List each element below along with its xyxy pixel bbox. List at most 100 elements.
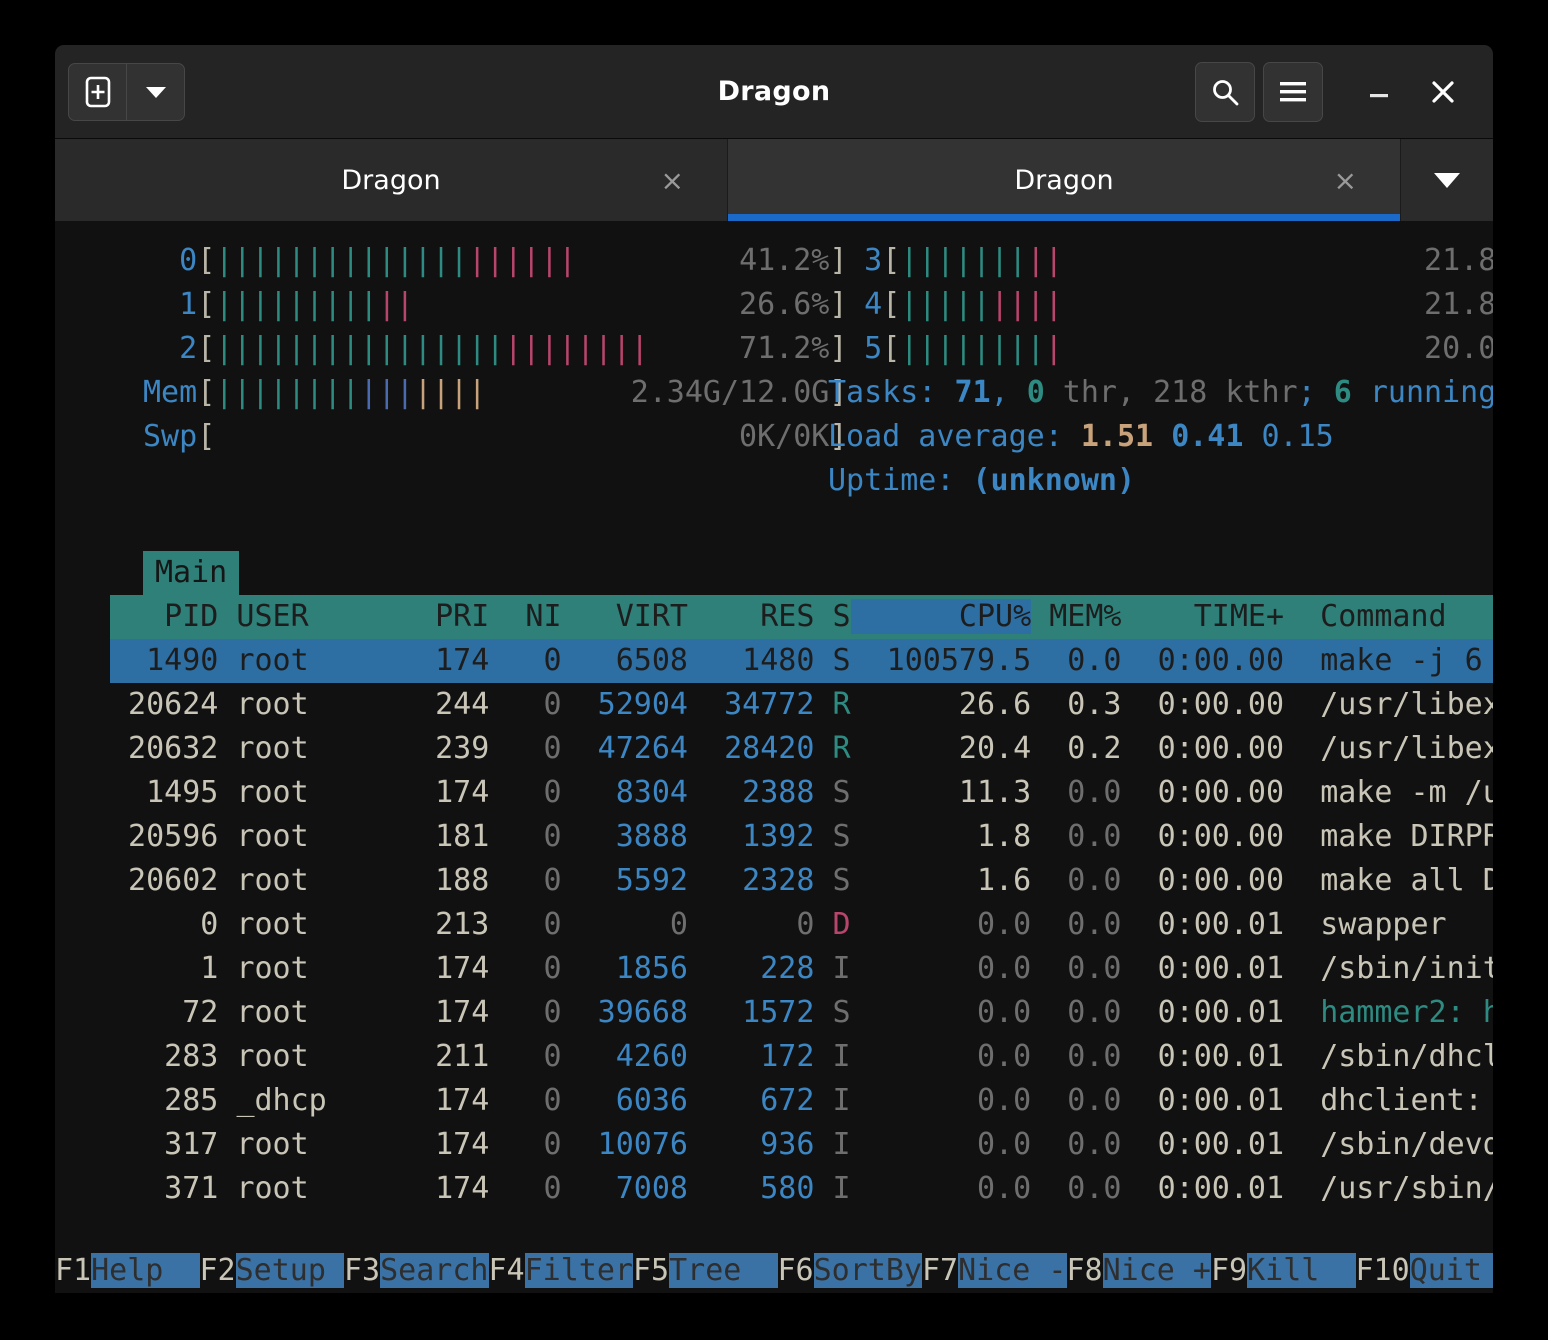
process-table-header[interactable]: PID USER PRI NI VIRT RES S CPU% MEM% TIM… [110, 595, 1493, 639]
meter-bracket: [ [882, 243, 900, 278]
function-key-label[interactable]: Tree [669, 1253, 777, 1288]
function-key-label[interactable]: Help [91, 1253, 199, 1288]
kernel-thread-count: 218 kthr [1153, 375, 1298, 410]
cell-pid: 1495 [110, 775, 218, 810]
cell-res: 1572 [688, 995, 814, 1030]
cell-virt: 52904 [562, 687, 688, 722]
process-row[interactable]: 371 root 174 0 7008 580 I 0.0 0.0 0:00.0… [110, 1167, 1493, 1211]
tab-list-menu-button[interactable] [1401, 139, 1493, 221]
cell-virt: 39668 [562, 995, 688, 1030]
cell-time: 0:00.01 [1122, 1039, 1285, 1074]
function-key-label[interactable]: Search [380, 1253, 488, 1288]
cell-time: 0:00.00 [1122, 731, 1285, 766]
meter-bar-segment: |||||||||||||| [215, 243, 468, 278]
cpu-meter-0: 0[|||||||||||||||||||| 41.2%] [143, 239, 847, 283]
close-button[interactable] [1415, 64, 1471, 120]
tab-strip: Dragon × Dragon × [55, 139, 1493, 221]
function-key-label[interactable]: Nice - [958, 1253, 1066, 1288]
swap-meter: Swp[ 0K/0K] [143, 415, 847, 459]
tab-close-icon[interactable]: × [1334, 164, 1357, 197]
column-header-group-left[interactable]: PID USER PRI NI VIRT RES S [110, 599, 851, 634]
column-header-cpu-sorted[interactable]: CPU% [851, 599, 1032, 634]
meter-label: Swp [143, 419, 197, 454]
minimize-button[interactable] [1351, 64, 1407, 120]
tab-dragon-1[interactable]: Dragon × [55, 139, 728, 221]
function-key-label[interactable]: SortBy [814, 1253, 922, 1288]
cell-cpu: 0.0 [851, 1171, 1032, 1206]
close-icon [1429, 78, 1457, 106]
cell-cpu: 0.0 [851, 907, 1032, 942]
cell-res: 672 [688, 1083, 814, 1118]
tab-close-icon[interactable]: × [661, 164, 684, 197]
tab-dragon-2[interactable]: Dragon × [728, 139, 1401, 221]
menu-button[interactable] [1263, 62, 1323, 122]
cell-state: I [833, 1171, 851, 1206]
cell-user: root [236, 907, 399, 942]
cell-pid: 1490 [110, 643, 218, 678]
meter-bar-segment: |||||||| [215, 375, 360, 410]
cell-ni: 0 [489, 731, 561, 766]
new-tab-button[interactable] [69, 64, 126, 120]
process-row[interactable]: 285 _dhcp 174 0 6036 672 I 0.0 0.0 0:00.… [110, 1079, 1493, 1123]
cell-virt: 5592 [562, 863, 688, 898]
function-key-label[interactable]: Setup [236, 1253, 344, 1288]
cell-state: S [833, 819, 851, 854]
cell-ni: 0 [489, 1127, 561, 1162]
meter-bar-segment: |||| [991, 287, 1063, 322]
process-row[interactable]: 0 root 213 0 0 0 D 0.0 0.0 0:00.01 swapp… [110, 903, 1493, 947]
cell-time: 0:00.00 [1122, 863, 1285, 898]
function-key-label[interactable]: Kill [1247, 1253, 1355, 1288]
cell-mem: 0.0 [1031, 863, 1121, 898]
search-button[interactable] [1195, 62, 1255, 122]
cell-virt: 6508 [562, 643, 688, 678]
load-average-label: Load average: [828, 419, 1081, 454]
process-row[interactable]: 20624 root 244 0 52904 34772 R 26.6 0.3 … [110, 683, 1493, 727]
tasks-count: 71 [954, 375, 990, 410]
function-key-number: F5 [633, 1253, 669, 1288]
function-key-label[interactable]: Quit [1410, 1253, 1493, 1288]
process-row[interactable]: 20602 root 188 0 5592 2328 S 1.6 0.0 0:0… [110, 859, 1493, 903]
meter-label: Mem [143, 375, 197, 410]
cell-pid: 72 [110, 995, 218, 1030]
new-tab-menu-button[interactable] [126, 64, 184, 120]
htop-terminal[interactable]: 0[|||||||||||||||||||| 41.2%] 1[||||||||… [55, 221, 1493, 1293]
cell-command: /usr/libexec/gcc8 [1320, 687, 1493, 722]
cell-cpu: 0.0 [851, 1127, 1032, 1162]
meter-label: 2 [143, 331, 197, 366]
function-key-bar: F1Help F2Setup F3SearchF4FilterF5Tree F6… [55, 1249, 1493, 1293]
function-key-label[interactable]: Filter [525, 1253, 633, 1288]
active-tab-indicator [728, 214, 1400, 221]
meter-bracket: [ [882, 331, 900, 366]
meter-bar-segment: |||||||||||||||| [215, 331, 504, 366]
cell-mem: 0.0 [1031, 819, 1121, 854]
process-row[interactable]: 72 root 174 0 39668 1572 S 0.0 0.0 0:00.… [110, 991, 1493, 1035]
process-table: PID USER PRI NI VIRT RES S CPU% MEM% TIM… [110, 595, 1493, 1211]
running-label: running [1352, 375, 1493, 410]
process-row[interactable]: 317 root 174 0 10076 936 I 0.0 0.0 0:00.… [110, 1123, 1493, 1167]
cell-pri: 174 [399, 1127, 489, 1162]
cell-pri: 244 [399, 687, 489, 722]
cell-pid: 371 [110, 1171, 218, 1206]
cell-virt: 7008 [562, 1171, 688, 1206]
process-row[interactable]: 283 root 211 0 4260 172 I 0.0 0.0 0:00.0… [110, 1035, 1493, 1079]
function-key-label[interactable]: Nice + [1103, 1253, 1211, 1288]
cell-cpu: 11.3 [851, 775, 1032, 810]
panel-tab-main[interactable]: Main [143, 551, 239, 595]
function-key-number: F6 [778, 1253, 814, 1288]
cell-pid: 20632 [110, 731, 218, 766]
cell-time: 0:00.00 [1122, 819, 1285, 854]
load-average-line: Load average: 1.51 0.41 0.15 [828, 415, 1493, 459]
process-row[interactable]: 1 root 174 0 1856 228 I 0.0 0.0 0:00.01 … [110, 947, 1493, 991]
cell-time: 0:00.01 [1122, 1171, 1285, 1206]
cell-ni: 0 [489, 951, 561, 986]
process-row[interactable]: 20632 root 239 0 47264 28420 R 20.4 0.2 … [110, 727, 1493, 771]
cell-mem: 0.0 [1031, 1039, 1121, 1074]
thread-count: 0 [1027, 375, 1045, 410]
process-row[interactable]: 1495 root 174 0 8304 2388 S 11.3 0.0 0:0… [110, 771, 1493, 815]
column-header-group-right[interactable]: MEM% TIME+ Command [1031, 599, 1493, 634]
new-tab-icon [85, 76, 111, 108]
cell-res: 228 [688, 951, 814, 986]
process-row[interactable]: 20596 root 181 0 3888 1392 S 1.8 0.0 0:0… [110, 815, 1493, 859]
tab-label: Dragon [55, 165, 727, 196]
process-row[interactable]: 1490 root 174 0 6508 1480 S 100579.5 0.0… [110, 639, 1493, 683]
